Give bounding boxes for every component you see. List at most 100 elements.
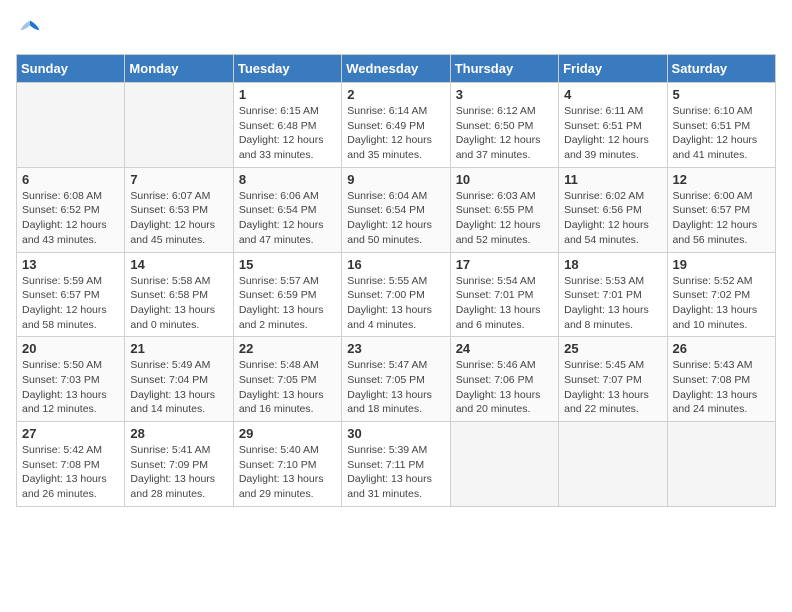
calendar-cell: 13 Sunrise: 5:59 AMSunset: 6:57 PMDayligh… (17, 252, 125, 337)
calendar-table: SundayMondayTuesdayWednesdayThursdayFrid… (16, 54, 776, 507)
day-number: 19 (673, 257, 770, 272)
calendar-cell: 26 Sunrise: 5:43 AMSunset: 7:08 PMDayligh… (667, 337, 775, 422)
calendar-cell: 16 Sunrise: 5:55 AMSunset: 7:00 PMDayligh… (342, 252, 450, 337)
calendar-cell: 29 Sunrise: 5:40 AMSunset: 7:10 PMDayligh… (233, 422, 341, 507)
day-number: 16 (347, 257, 444, 272)
day-number: 10 (456, 172, 553, 187)
day-number: 25 (564, 341, 661, 356)
day-info: Sunrise: 5:47 AMSunset: 7:05 PMDaylight:… (347, 358, 444, 417)
day-info: Sunrise: 5:54 AMSunset: 7:01 PMDaylight:… (456, 274, 553, 333)
day-number: 8 (239, 172, 336, 187)
column-header-wednesday: Wednesday (342, 55, 450, 83)
calendar-cell: 3Sunrise: 6:12 AMSunset: 6:50 PMDaylight… (450, 83, 558, 168)
calendar-cell: 4 Sunrise: 6:11 AMSunset: 6:51 PMDaylight… (559, 83, 667, 168)
column-header-friday: Friday (559, 55, 667, 83)
day-number: 24 (456, 341, 553, 356)
calendar-cell (667, 422, 775, 507)
column-header-sunday: Sunday (17, 55, 125, 83)
calendar-cell: 8 Sunrise: 6:06 AMSunset: 6:54 PMDaylight… (233, 167, 341, 252)
day-number: 28 (130, 426, 227, 441)
calendar-cell: 6Sunrise: 6:08 AMSunset: 6:52 PMDaylight… (17, 167, 125, 252)
day-info: Sunrise: 5:45 AMSunset: 7:07 PMDaylight:… (564, 358, 661, 417)
calendar-week-4: 20Sunrise: 5:50 AMSunset: 7:03 PMDayligh… (17, 337, 776, 422)
calendar-cell: 25 Sunrise: 5:45 AMSunset: 7:07 PMDayligh… (559, 337, 667, 422)
day-number: 2 (347, 87, 444, 102)
calendar-cell: 9Sunrise: 6:04 AMSunset: 6:54 PMDaylight… (342, 167, 450, 252)
day-number: 7 (130, 172, 227, 187)
day-number: 14 (130, 257, 227, 272)
day-info: Sunrise: 5:59 AMSunset: 6:57 PMDaylight:… (22, 274, 119, 333)
day-info: Sunrise: 6:11 AMSunset: 6:51 PMDaylight:… (564, 104, 661, 163)
day-number: 12 (673, 172, 770, 187)
day-info: Sunrise: 5:42 AMSunset: 7:08 PMDaylight:… (22, 443, 119, 502)
calendar-cell: 22 Sunrise: 5:48 AMSunset: 7:05 PMDayligh… (233, 337, 341, 422)
calendar-cell: 14 Sunrise: 5:58 AMSunset: 6:58 PMDayligh… (125, 252, 233, 337)
day-info: Sunrise: 6:15 AMSunset: 6:48 PMDaylight:… (239, 104, 336, 163)
day-info: Sunrise: 5:58 AMSunset: 6:58 PMDaylight:… (130, 274, 227, 333)
calendar-cell: 19Sunrise: 5:52 AMSunset: 7:02 PMDayligh… (667, 252, 775, 337)
day-number: 23 (347, 341, 444, 356)
calendar-week-3: 13 Sunrise: 5:59 AMSunset: 6:57 PMDayligh… (17, 252, 776, 337)
day-info: Sunrise: 5:57 AMSunset: 6:59 PMDaylight:… (239, 274, 336, 333)
day-number: 21 (130, 341, 227, 356)
column-header-thursday: Thursday (450, 55, 558, 83)
calendar-cell (17, 83, 125, 168)
calendar-cell: 20Sunrise: 5:50 AMSunset: 7:03 PMDayligh… (17, 337, 125, 422)
page-header (16, 16, 776, 44)
day-info: Sunrise: 6:07 AMSunset: 6:53 PMDaylight:… (130, 189, 227, 248)
day-number: 29 (239, 426, 336, 441)
day-number: 3 (456, 87, 553, 102)
logo (16, 16, 48, 44)
column-header-monday: Monday (125, 55, 233, 83)
calendar-cell: 23 Sunrise: 5:47 AMSunset: 7:05 PMDayligh… (342, 337, 450, 422)
logo-icon (16, 16, 44, 44)
day-number: 13 (22, 257, 119, 272)
calendar-cell (125, 83, 233, 168)
day-number: 4 (564, 87, 661, 102)
day-number: 9 (347, 172, 444, 187)
day-info: Sunrise: 6:03 AMSunset: 6:55 PMDaylight:… (456, 189, 553, 248)
calendar-cell: 7 Sunrise: 6:07 AMSunset: 6:53 PMDaylight… (125, 167, 233, 252)
calendar-week-5: 27 Sunrise: 5:42 AMSunset: 7:08 PMDayligh… (17, 422, 776, 507)
calendar-cell: 28 Sunrise: 5:41 AMSunset: 7:09 PMDayligh… (125, 422, 233, 507)
day-number: 15 (239, 257, 336, 272)
calendar-cell: 18 Sunrise: 5:53 AMSunset: 7:01 PMDayligh… (559, 252, 667, 337)
calendar-week-1: 1 Sunrise: 6:15 AMSunset: 6:48 PMDaylight… (17, 83, 776, 168)
calendar-cell: 21 Sunrise: 5:49 AMSunset: 7:04 PMDayligh… (125, 337, 233, 422)
day-info: Sunrise: 6:00 AMSunset: 6:57 PMDaylight:… (673, 189, 770, 248)
day-info: Sunrise: 5:41 AMSunset: 7:09 PMDaylight:… (130, 443, 227, 502)
calendar-cell: 5 Sunrise: 6:10 AMSunset: 6:51 PMDaylight… (667, 83, 775, 168)
day-info: Sunrise: 5:53 AMSunset: 7:01 PMDaylight:… (564, 274, 661, 333)
day-number: 5 (673, 87, 770, 102)
day-info: Sunrise: 6:14 AMSunset: 6:49 PMDaylight:… (347, 104, 444, 163)
calendar-cell: 17Sunrise: 5:54 AMSunset: 7:01 PMDayligh… (450, 252, 558, 337)
day-number: 18 (564, 257, 661, 272)
calendar-cell: 2 Sunrise: 6:14 AMSunset: 6:49 PMDaylight… (342, 83, 450, 168)
day-info: Sunrise: 6:10 AMSunset: 6:51 PMDaylight:… (673, 104, 770, 163)
day-info: Sunrise: 5:43 AMSunset: 7:08 PMDaylight:… (673, 358, 770, 417)
day-info: Sunrise: 6:08 AMSunset: 6:52 PMDaylight:… (22, 189, 119, 248)
day-info: Sunrise: 6:02 AMSunset: 6:56 PMDaylight:… (564, 189, 661, 248)
calendar-cell: 15 Sunrise: 5:57 AMSunset: 6:59 PMDayligh… (233, 252, 341, 337)
day-number: 22 (239, 341, 336, 356)
day-number: 27 (22, 426, 119, 441)
calendar-cell (450, 422, 558, 507)
day-info: Sunrise: 5:48 AMSunset: 7:05 PMDaylight:… (239, 358, 336, 417)
calendar-header-row: SundayMondayTuesdayWednesdayThursdayFrid… (17, 55, 776, 83)
day-info: Sunrise: 6:06 AMSunset: 6:54 PMDaylight:… (239, 189, 336, 248)
day-info: Sunrise: 5:39 AMSunset: 7:11 PMDaylight:… (347, 443, 444, 502)
day-info: Sunrise: 5:49 AMSunset: 7:04 PMDaylight:… (130, 358, 227, 417)
column-header-tuesday: Tuesday (233, 55, 341, 83)
column-header-saturday: Saturday (667, 55, 775, 83)
day-number: 26 (673, 341, 770, 356)
calendar-cell: 30Sunrise: 5:39 AMSunset: 7:11 PMDayligh… (342, 422, 450, 507)
day-info: Sunrise: 5:50 AMSunset: 7:03 PMDaylight:… (22, 358, 119, 417)
day-number: 11 (564, 172, 661, 187)
calendar-cell: 10 Sunrise: 6:03 AMSunset: 6:55 PMDayligh… (450, 167, 558, 252)
calendar-cell: 24Sunrise: 5:46 AMSunset: 7:06 PMDayligh… (450, 337, 558, 422)
calendar-cell: 11 Sunrise: 6:02 AMSunset: 6:56 PMDayligh… (559, 167, 667, 252)
calendar-week-2: 6Sunrise: 6:08 AMSunset: 6:52 PMDaylight… (17, 167, 776, 252)
day-info: Sunrise: 5:55 AMSunset: 7:00 PMDaylight:… (347, 274, 444, 333)
day-number: 1 (239, 87, 336, 102)
day-info: Sunrise: 5:40 AMSunset: 7:10 PMDaylight:… (239, 443, 336, 502)
